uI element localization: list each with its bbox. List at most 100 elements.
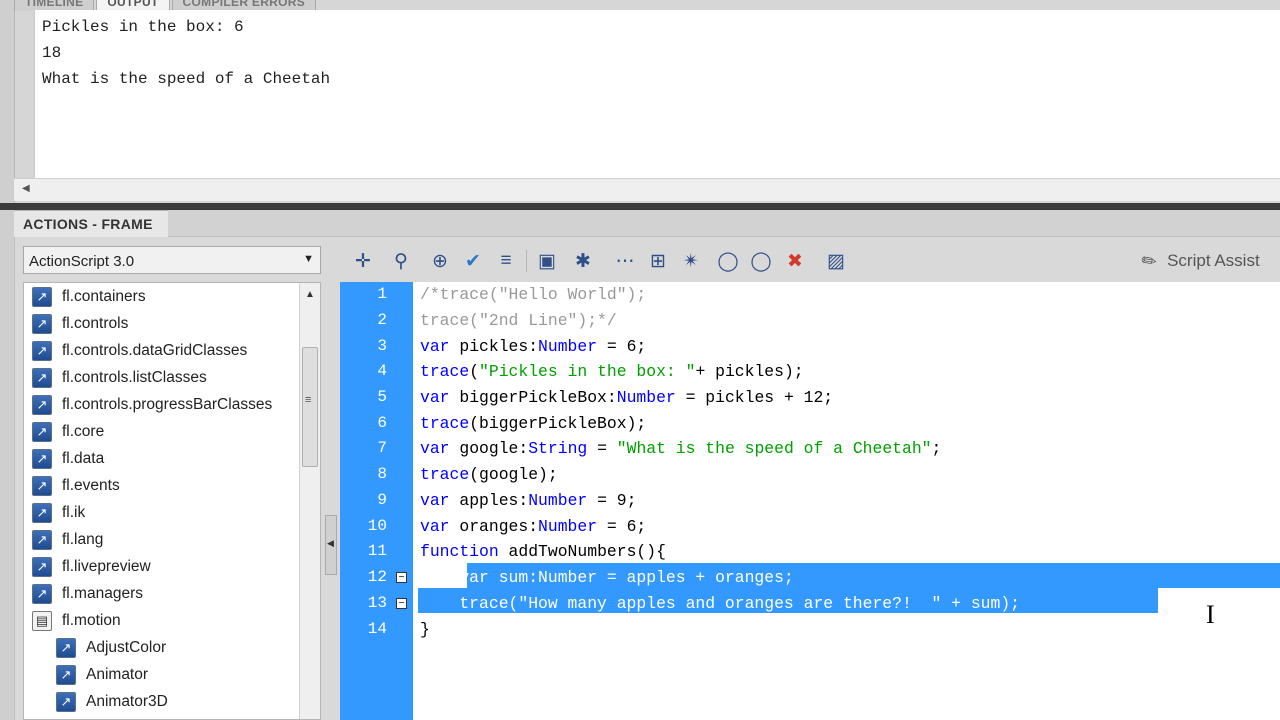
auto-format-icon[interactable]: ≡ (493, 248, 519, 274)
tree-item[interactable]: ↗ fl.core (32, 420, 104, 444)
tree-item[interactable]: ↗ fl.lang (32, 528, 103, 552)
line-number: 10 (367, 517, 387, 535)
tree-scroll-thumb[interactable]: ≡ (302, 347, 318, 467)
output-line: 18 (42, 44, 62, 62)
tree-item-label: fl.controls.dataGridClasses (62, 342, 248, 359)
actions-panel-edge (0, 210, 15, 720)
tree-item[interactable]: ↗ fl.ik (32, 501, 85, 525)
package-icon: ↗ (32, 395, 52, 415)
line-number: 3 (377, 337, 387, 355)
tree-item[interactable]: ↗ fl.controls (32, 312, 128, 336)
code-line: /*trace("Hello World"); (420, 285, 647, 304)
tree-item[interactable]: ↗ fl.livepreview (32, 555, 151, 579)
line-number: 5 (377, 388, 387, 406)
code-hint-icon[interactable]: ▣ (534, 248, 560, 274)
output-text-area[interactable]: Pickles in the box: 6 18 What is the spe… (34, 10, 1280, 178)
tree-item-label: fl.controls (62, 315, 129, 332)
tree-item-label: AdjustColor (86, 639, 167, 656)
tree-item-label: fl.containers (62, 288, 146, 305)
output-panel-edge (0, 0, 15, 205)
fold-marker-icon[interactable]: − (396, 598, 407, 609)
tree-item[interactable]: ↗ Animator (56, 663, 148, 687)
code-editor[interactable]: 1 2 3 4 5 6 7 8 9 10 11 12 13 14 − − /*t… (340, 282, 1280, 720)
tree-item-label: Animator3D (86, 693, 168, 710)
package-icon: ↗ (32, 287, 52, 307)
code-line: var oranges:Number = 6; (420, 517, 647, 536)
tree-item[interactable]: ↗ AdjustColor (56, 636, 166, 660)
code-line: var google:String = "What is the speed o… (420, 439, 942, 458)
script-assist-label: Script Assist (1167, 251, 1260, 270)
output-line: What is the speed of a Cheetah (42, 70, 331, 88)
class-icon: ↗ (56, 692, 76, 712)
debug-options-icon[interactable]: ✱ (570, 248, 596, 274)
actions-panel-tab[interactable]: ACTIONS - FRAME (14, 210, 169, 237)
tree-item[interactable]: ▤ fl.motion (32, 609, 121, 633)
add-statement-icon[interactable]: ✛ (350, 248, 376, 274)
package-icon: ↗ (32, 341, 52, 361)
collapse-left-arrow-icon: ◀ (327, 538, 334, 548)
tree-item-label: fl.events (62, 477, 120, 494)
tree-item-label: fl.core (62, 423, 105, 440)
package-icon: ↗ (32, 476, 52, 496)
package-icon: ↗ (32, 530, 52, 550)
panel-divider[interactable] (0, 203, 1280, 210)
tree-item[interactable]: ↗ fl.events (32, 474, 120, 498)
tree-item-label: fl.managers (62, 585, 143, 602)
apply-line-comment-icon[interactable]: ◯ (748, 248, 774, 274)
tree-item[interactable]: ↗ Animator3D (56, 690, 168, 714)
tree-item[interactable]: ↗ fl.managers (32, 582, 143, 606)
code-line: trace("Pickles in the box: "+ pickles); (420, 362, 804, 381)
tree-vertical-scrollbar[interactable]: ▲ ≡ (299, 283, 320, 719)
tree-item-label: fl.data (62, 450, 105, 467)
output-line: Pickles in the box: 6 (42, 18, 244, 36)
scroll-up-arrow-icon[interactable]: ▲ (305, 289, 315, 300)
tree-item[interactable]: ↗ fl.controls.listClasses (32, 366, 207, 390)
code-line: trace(biggerPickleBox); (420, 414, 647, 433)
package-icon: ↗ (32, 557, 52, 577)
line-number: 2 (377, 311, 387, 329)
package-icon: ↗ (32, 314, 52, 334)
apply-block-comment-icon[interactable]: ◯ (715, 248, 741, 274)
collapse-selection-icon[interactable]: ⊞ (645, 248, 671, 274)
actions-header-bar (168, 210, 1280, 237)
code-line: } (420, 620, 430, 639)
scroll-left-arrow-icon[interactable]: ◀ (22, 183, 30, 194)
package-icon: ↗ (32, 503, 52, 523)
line-number-gutter: 1 2 3 4 5 6 7 8 9 10 11 12 13 14 − − (340, 282, 413, 720)
show-hide-toolbox-icon[interactable]: ▨ (823, 248, 849, 274)
tree-item[interactable]: ↗ fl.controls.dataGridClasses (32, 339, 247, 363)
tree-item-label: fl.controls.listClasses (62, 369, 207, 386)
fold-marker-icon[interactable]: − (396, 572, 407, 583)
output-panel: TIMELINE OUTPUT COMPILER ERRORS Pickles … (0, 0, 1280, 205)
actions-panel-title: ACTIONS - FRAME (23, 216, 153, 232)
insert-target-path-icon[interactable]: ⊕ (427, 248, 453, 274)
expand-all-icon[interactable]: ✴ (678, 248, 704, 274)
tree-item[interactable]: ↗ fl.data (32, 447, 104, 471)
tree-item-label: fl.ik (62, 504, 86, 521)
toolbox-collapse-handle[interactable]: ◀ (325, 515, 337, 575)
check-syntax-icon[interactable]: ✔ (460, 248, 486, 274)
language-select-value: ActionScript 3.0 (29, 253, 135, 270)
line-number: 6 (377, 414, 387, 432)
tree-item[interactable]: ↗ fl.controls.progressBarClasses (32, 393, 272, 417)
tree-item[interactable]: ↗ fl.containers (32, 285, 146, 309)
find-icon[interactable]: ⚲ (388, 248, 414, 274)
package-icon: ↗ (32, 449, 52, 469)
actions-toolbox-tree[interactable]: ↗ fl.containers ↗ fl.controls ↗ fl.controls… (23, 282, 321, 720)
script-assist-button[interactable]: ✎ Script Assist (1137, 248, 1260, 273)
language-select[interactable]: ActionScript 3.0 ▼ (23, 246, 321, 274)
collapse-between-braces-icon[interactable]: ⋯ (612, 248, 638, 274)
package-icon: ↗ (32, 422, 52, 442)
actions-toolbar: ✛ ⚲ ⊕ ✔ ≡ ▣ ✱ ⋯ ⊞ ✴ ◯ ◯ ✖ ▨ ✎ Script Ass… (340, 240, 1280, 280)
line-number: 9 (377, 491, 387, 509)
output-horizontal-scrollbar[interactable]: ◀ (14, 178, 1280, 201)
tree-item-label: fl.controls.progressBarClasses (62, 396, 273, 413)
line-number: 14 (367, 620, 387, 638)
tree-item-label: fl.lang (62, 531, 104, 548)
tree-item-label: Animator (86, 666, 149, 683)
output-tab-bar: TIMELINE OUTPUT COMPILER ERRORS (14, 0, 318, 11)
code-line-selected: trace("How many apples and oranges are t… (420, 594, 1020, 613)
magic-wand-icon: ✎ (1137, 248, 1162, 274)
remove-comment-icon[interactable]: ✖ (782, 248, 808, 274)
code-line: var apples:Number = 9; (420, 491, 637, 510)
